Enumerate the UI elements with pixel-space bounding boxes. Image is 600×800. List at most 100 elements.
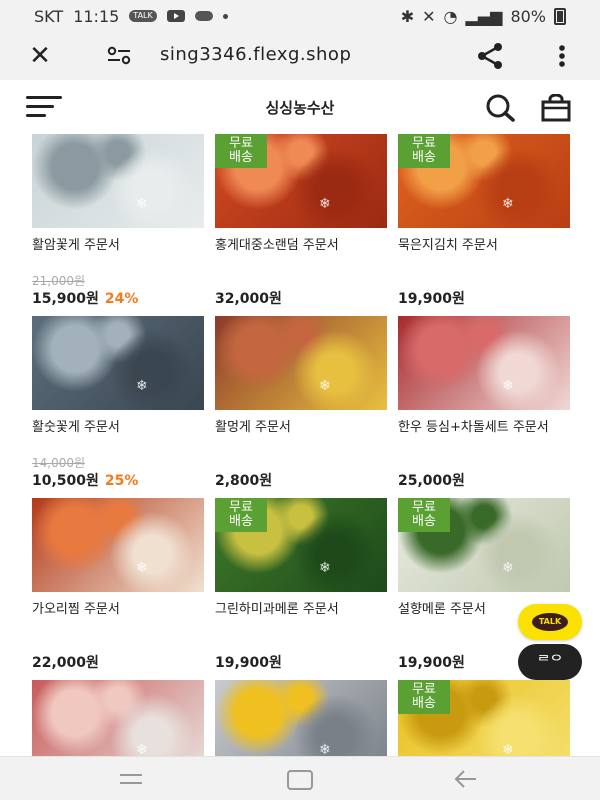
braised-crab-image — [32, 498, 204, 592]
product-card[interactable]: ❄ — [215, 680, 387, 756]
product-image[interactable]: ❄ — [32, 316, 204, 410]
product-name[interactable]: 활멍게 주문서 — [215, 420, 387, 456]
talk-notification-icon: TALK — [129, 10, 157, 22]
status-bar: SKT 11:15 TALK ✱ ✕ ◔ ▂▄▆ 80% — [0, 0, 600, 32]
mute-icon: ✕ — [422, 6, 436, 26]
product-name[interactable]: 한우 등심+차돌세트 주문서 — [398, 420, 570, 456]
snowflake-icon: ❄ — [319, 742, 331, 756]
wifi-icon: ◔ — [443, 6, 458, 26]
product-card[interactable]: ❄ 활암꽃게 주문서 21,000원 15,900원 24% — [32, 134, 204, 308]
system-nav-bar — [0, 756, 600, 800]
product-card[interactable]: ❄ 활멍게 주문서 2,800원 — [215, 316, 387, 490]
sea-squirts-image — [215, 316, 387, 410]
product-card[interactable]: 무료 배송 ❄ 묵은지김치 주문서 19,900원 — [398, 134, 570, 308]
search-icon[interactable] — [484, 94, 516, 122]
sale-price: 10,500원 — [32, 473, 99, 489]
product-image[interactable]: ❄ — [32, 498, 204, 592]
product-card[interactable]: ❄ 활숫꽃게 주문서 14,000원 10,500원 25% — [32, 316, 204, 490]
product-name[interactable]: 홍게대중소랜덤 주문서 — [215, 238, 387, 274]
snowflake-icon: ❄ — [502, 742, 514, 756]
product-image[interactable]: 무료 배송 ❄ — [398, 498, 570, 592]
discount-rate: 25% — [104, 473, 139, 489]
snowflake-icon: ❄ — [319, 560, 331, 576]
snowflake-icon: ❄ — [502, 196, 514, 212]
live-crabs-hands-image — [32, 316, 204, 410]
sale-price-row: 22,000원 — [32, 652, 204, 672]
more-vert-icon[interactable] — [552, 42, 572, 70]
snowflake-icon: ❄ — [502, 560, 514, 576]
sale-price-row: 25,000원 — [398, 470, 570, 490]
clock: 11:15 — [73, 6, 120, 26]
back-icon[interactable] — [446, 765, 486, 793]
product-card[interactable]: 무료 배송 ❄ — [398, 680, 570, 756]
snowflake-icon: ❄ — [319, 196, 331, 212]
sale-price: 2,800원 — [215, 473, 273, 489]
original-price — [398, 454, 570, 468]
original-price: 21,000원 — [32, 274, 86, 288]
kakao-talk-button[interactable]: TALK — [518, 604, 582, 640]
discount-rate: 24% — [104, 291, 139, 307]
sale-price: 19,900원 — [398, 655, 465, 671]
sale-price-row: 19,900원 — [398, 288, 570, 308]
free-shipping-badge: 무료 배송 — [398, 498, 450, 532]
product-image[interactable]: 무료 배송 ❄ — [215, 498, 387, 592]
more-notifications-icon — [222, 13, 228, 19]
product-card[interactable]: ❄ — [32, 680, 204, 756]
free-shipping-badge: 무료 배송 — [398, 134, 450, 168]
free-shipping-badge: 무료 배송 — [398, 680, 450, 714]
carrier: SKT — [34, 6, 64, 26]
product-image[interactable]: ❄ — [215, 680, 387, 756]
product-card[interactable]: 무료 배송 ❄ 홍게대중소랜덤 주문서 32,000원 — [215, 134, 387, 308]
kakao-talk-label: TALK — [532, 613, 568, 631]
site-info-icon[interactable] — [106, 44, 132, 68]
product-name[interactable]: 활숫꽃게 주문서 — [32, 420, 204, 456]
original-price — [215, 636, 387, 650]
product-image[interactable]: 무료 배송 ❄ — [398, 134, 570, 228]
riding-icon[interactable]: ᄅᄋ — [518, 644, 582, 680]
product-image[interactable]: 무료 배송 ❄ — [398, 680, 570, 756]
product-image[interactable]: 무료 배송 ❄ — [215, 134, 387, 228]
free-shipping-badge: 무료 배송 — [215, 134, 267, 168]
sale-price-row: 2,800원 — [215, 470, 387, 490]
crabs-on-ice-image — [32, 134, 204, 228]
original-price — [215, 272, 387, 286]
snowflake-icon: ❄ — [136, 196, 148, 212]
snowflake-icon: ❄ — [319, 378, 331, 394]
sale-price: 19,900원 — [398, 291, 465, 307]
signal-icon: ▂▄▆ — [465, 6, 503, 26]
product-card[interactable]: 무료 배송 ❄ 그린하미과메론 주문서 19,900원 — [215, 498, 387, 672]
product-name[interactable]: 그린하미과메론 주문서 — [215, 602, 387, 638]
product-name[interactable]: 활암꽃게 주문서 — [32, 238, 204, 274]
original-price: 14,000원 — [32, 456, 86, 470]
product-grid: ❄ 활암꽃게 주문서 21,000원 15,900원 24% 무료 배송 ❄ 홍게대중소랜덤 주… — [0, 132, 600, 756]
sale-price: 32,000원 — [215, 291, 282, 307]
home-icon[interactable] — [280, 765, 320, 793]
original-price — [398, 272, 570, 286]
hanwoo-beef-image — [398, 316, 570, 410]
close-icon[interactable]: ✕ — [26, 42, 54, 70]
sale-price-row: 10,500원 25% — [32, 470, 204, 490]
free-shipping-badge: 무료 배송 — [215, 498, 267, 532]
product-image[interactable]: ❄ — [32, 680, 204, 756]
product-image[interactable]: ❄ — [398, 316, 570, 410]
original-price — [32, 636, 204, 650]
product-image[interactable]: ❄ — [215, 316, 387, 410]
battery-icon — [554, 7, 566, 25]
cart-icon[interactable] — [540, 94, 572, 122]
product-image[interactable]: ❄ — [32, 134, 204, 228]
recents-icon[interactable] — [112, 765, 152, 793]
original-price — [215, 454, 387, 468]
browser-toolbar: ✕ sing3346.flexg.shop — [0, 32, 600, 80]
share-icon[interactable] — [475, 42, 505, 70]
youtube-notification-icon — [166, 10, 185, 22]
sale-price-row: 19,900원 — [215, 652, 387, 672]
sale-price: 22,000원 — [32, 655, 99, 671]
product-card[interactable]: ❄ 가오리찜 주문서 22,000원 — [32, 498, 204, 672]
site-header: 싱싱농수산 — [0, 80, 600, 132]
product-card[interactable]: ❄ 한우 등심+차돌세트 주문서 25,000원 — [398, 316, 570, 490]
dried-fish-lemon-image — [215, 680, 387, 756]
product-name[interactable]: 묵은지김치 주문서 — [398, 238, 570, 274]
product-name[interactable]: 가오리찜 주문서 — [32, 602, 204, 638]
url-field[interactable]: sing3346.flexg.shop — [160, 44, 351, 65]
snowflake-icon: ❄ — [136, 378, 148, 394]
